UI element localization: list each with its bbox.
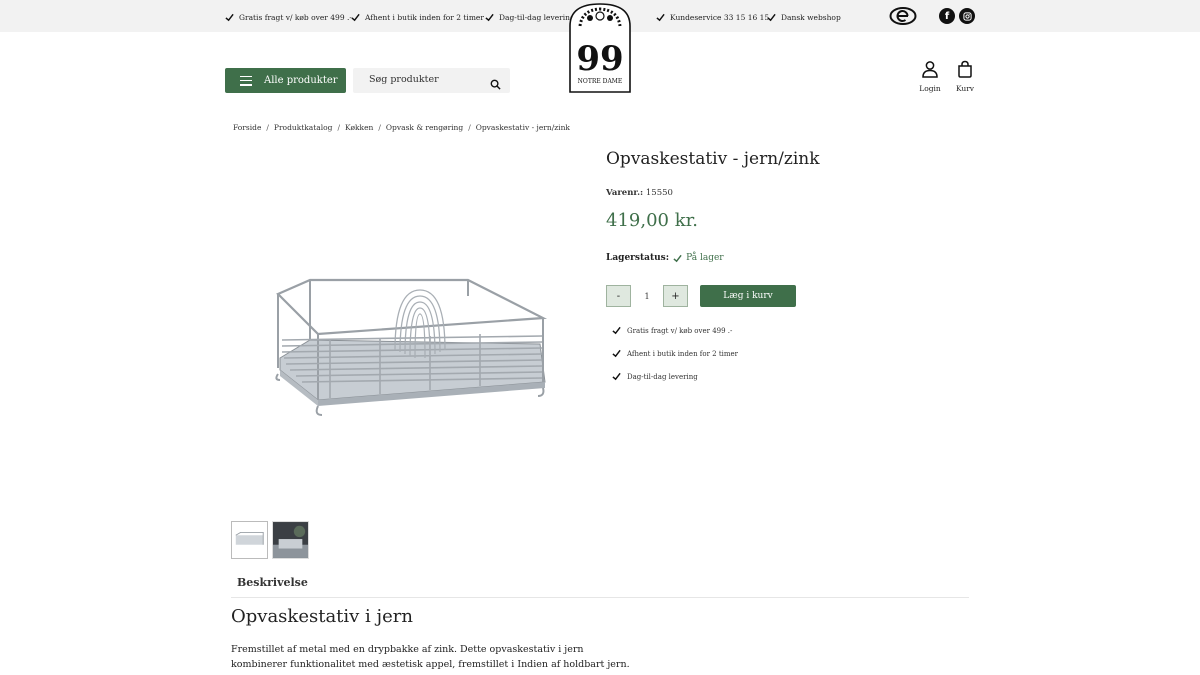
breadcrumb-current: Opvaskestativ - jern/zink: [475, 123, 570, 132]
breadcrumb-item[interactable]: Køkken: [345, 123, 373, 132]
instagram-icon[interactable]: [959, 8, 975, 24]
benefit-pickup: Afhent i butik inden for 2 timer: [612, 349, 738, 358]
usp-danish-webshop: Dansk webshop: [767, 13, 841, 22]
add-to-cart-button[interactable]: Læg i kurv: [700, 285, 796, 307]
cart-button[interactable]: Kurv: [952, 60, 978, 93]
thumbnail-2[interactable]: [272, 521, 309, 559]
check-icon: [656, 13, 665, 22]
description-text: Fremstillet af metal med en drypbakke af…: [231, 644, 630, 670]
all-products-button[interactable]: Alle produkter: [225, 68, 346, 93]
product-image[interactable]: [270, 270, 555, 420]
product-title: Opvaskestativ - jern/zink: [606, 149, 820, 169]
usp-free-shipping: Gratis fragt v/ køb over 499 .-: [225, 13, 352, 22]
breadcrumb: Forside / Produktkatalog / Køkken / Opvask …: [233, 123, 570, 132]
product-price: 419,00 kr.: [606, 210, 698, 231]
quantity-increase-button[interactable]: +: [663, 285, 688, 307]
breadcrumb-item[interactable]: Forside: [233, 123, 261, 132]
facebook-icon[interactable]: f: [939, 8, 955, 24]
check-icon: [351, 13, 360, 22]
svg-text:NOTRE DAME: NOTRE DAME: [578, 78, 623, 85]
quantity-input[interactable]: [631, 285, 663, 307]
stock-status: Lagerstatus: På lager: [606, 253, 724, 263]
breadcrumb-separator: /: [468, 123, 471, 132]
breadcrumb-separator: /: [266, 123, 269, 132]
tab-description[interactable]: Beskrivelse: [237, 576, 308, 589]
search-box: [353, 68, 510, 93]
breadcrumb-item[interactable]: Produktkatalog: [274, 123, 333, 132]
usp-customer-service: Kundeservice 33 15 16 15: [656, 13, 769, 22]
usp-pickup: Afhent i butik inden for 2 timer: [351, 13, 484, 22]
breadcrumb-separator: /: [378, 123, 381, 132]
store-logo[interactable]: 99 NOTRE DAME: [568, 2, 632, 94]
benefit-next-day: Dag-til-dag levering: [612, 372, 698, 381]
breadcrumb-item[interactable]: Opvask & rengøring: [386, 123, 463, 132]
check-icon: [767, 13, 776, 22]
divider: [231, 597, 969, 598]
usp-next-day: Dag-til-dag levering: [485, 13, 575, 22]
shopping-bag-icon: [958, 60, 972, 78]
search-icon[interactable]: [490, 75, 501, 90]
check-icon: [612, 326, 621, 335]
svg-text:99: 99: [576, 39, 623, 79]
user-icon: [922, 61, 938, 78]
search-input[interactable]: [369, 74, 487, 85]
quantity-decrease-button[interactable]: -: [606, 285, 631, 307]
check-icon: [485, 13, 494, 22]
check-icon: [673, 254, 682, 263]
thumbnail-1[interactable]: [231, 521, 268, 559]
menu-icon: [240, 75, 252, 86]
login-button[interactable]: Login: [917, 60, 943, 93]
check-icon: [612, 372, 621, 381]
thumbnail-strip: [231, 521, 309, 559]
breadcrumb-separator: /: [337, 123, 341, 132]
e-maerket-icon[interactable]: [889, 6, 917, 26]
check-icon: [225, 13, 234, 22]
product-sku: Varenr.: 15550: [606, 188, 673, 198]
benefit-free-shipping: Gratis fragt v/ køb over 499 .-: [612, 326, 732, 335]
check-icon: [612, 349, 621, 358]
description-heading: Opvaskestativ i jern: [231, 606, 413, 627]
